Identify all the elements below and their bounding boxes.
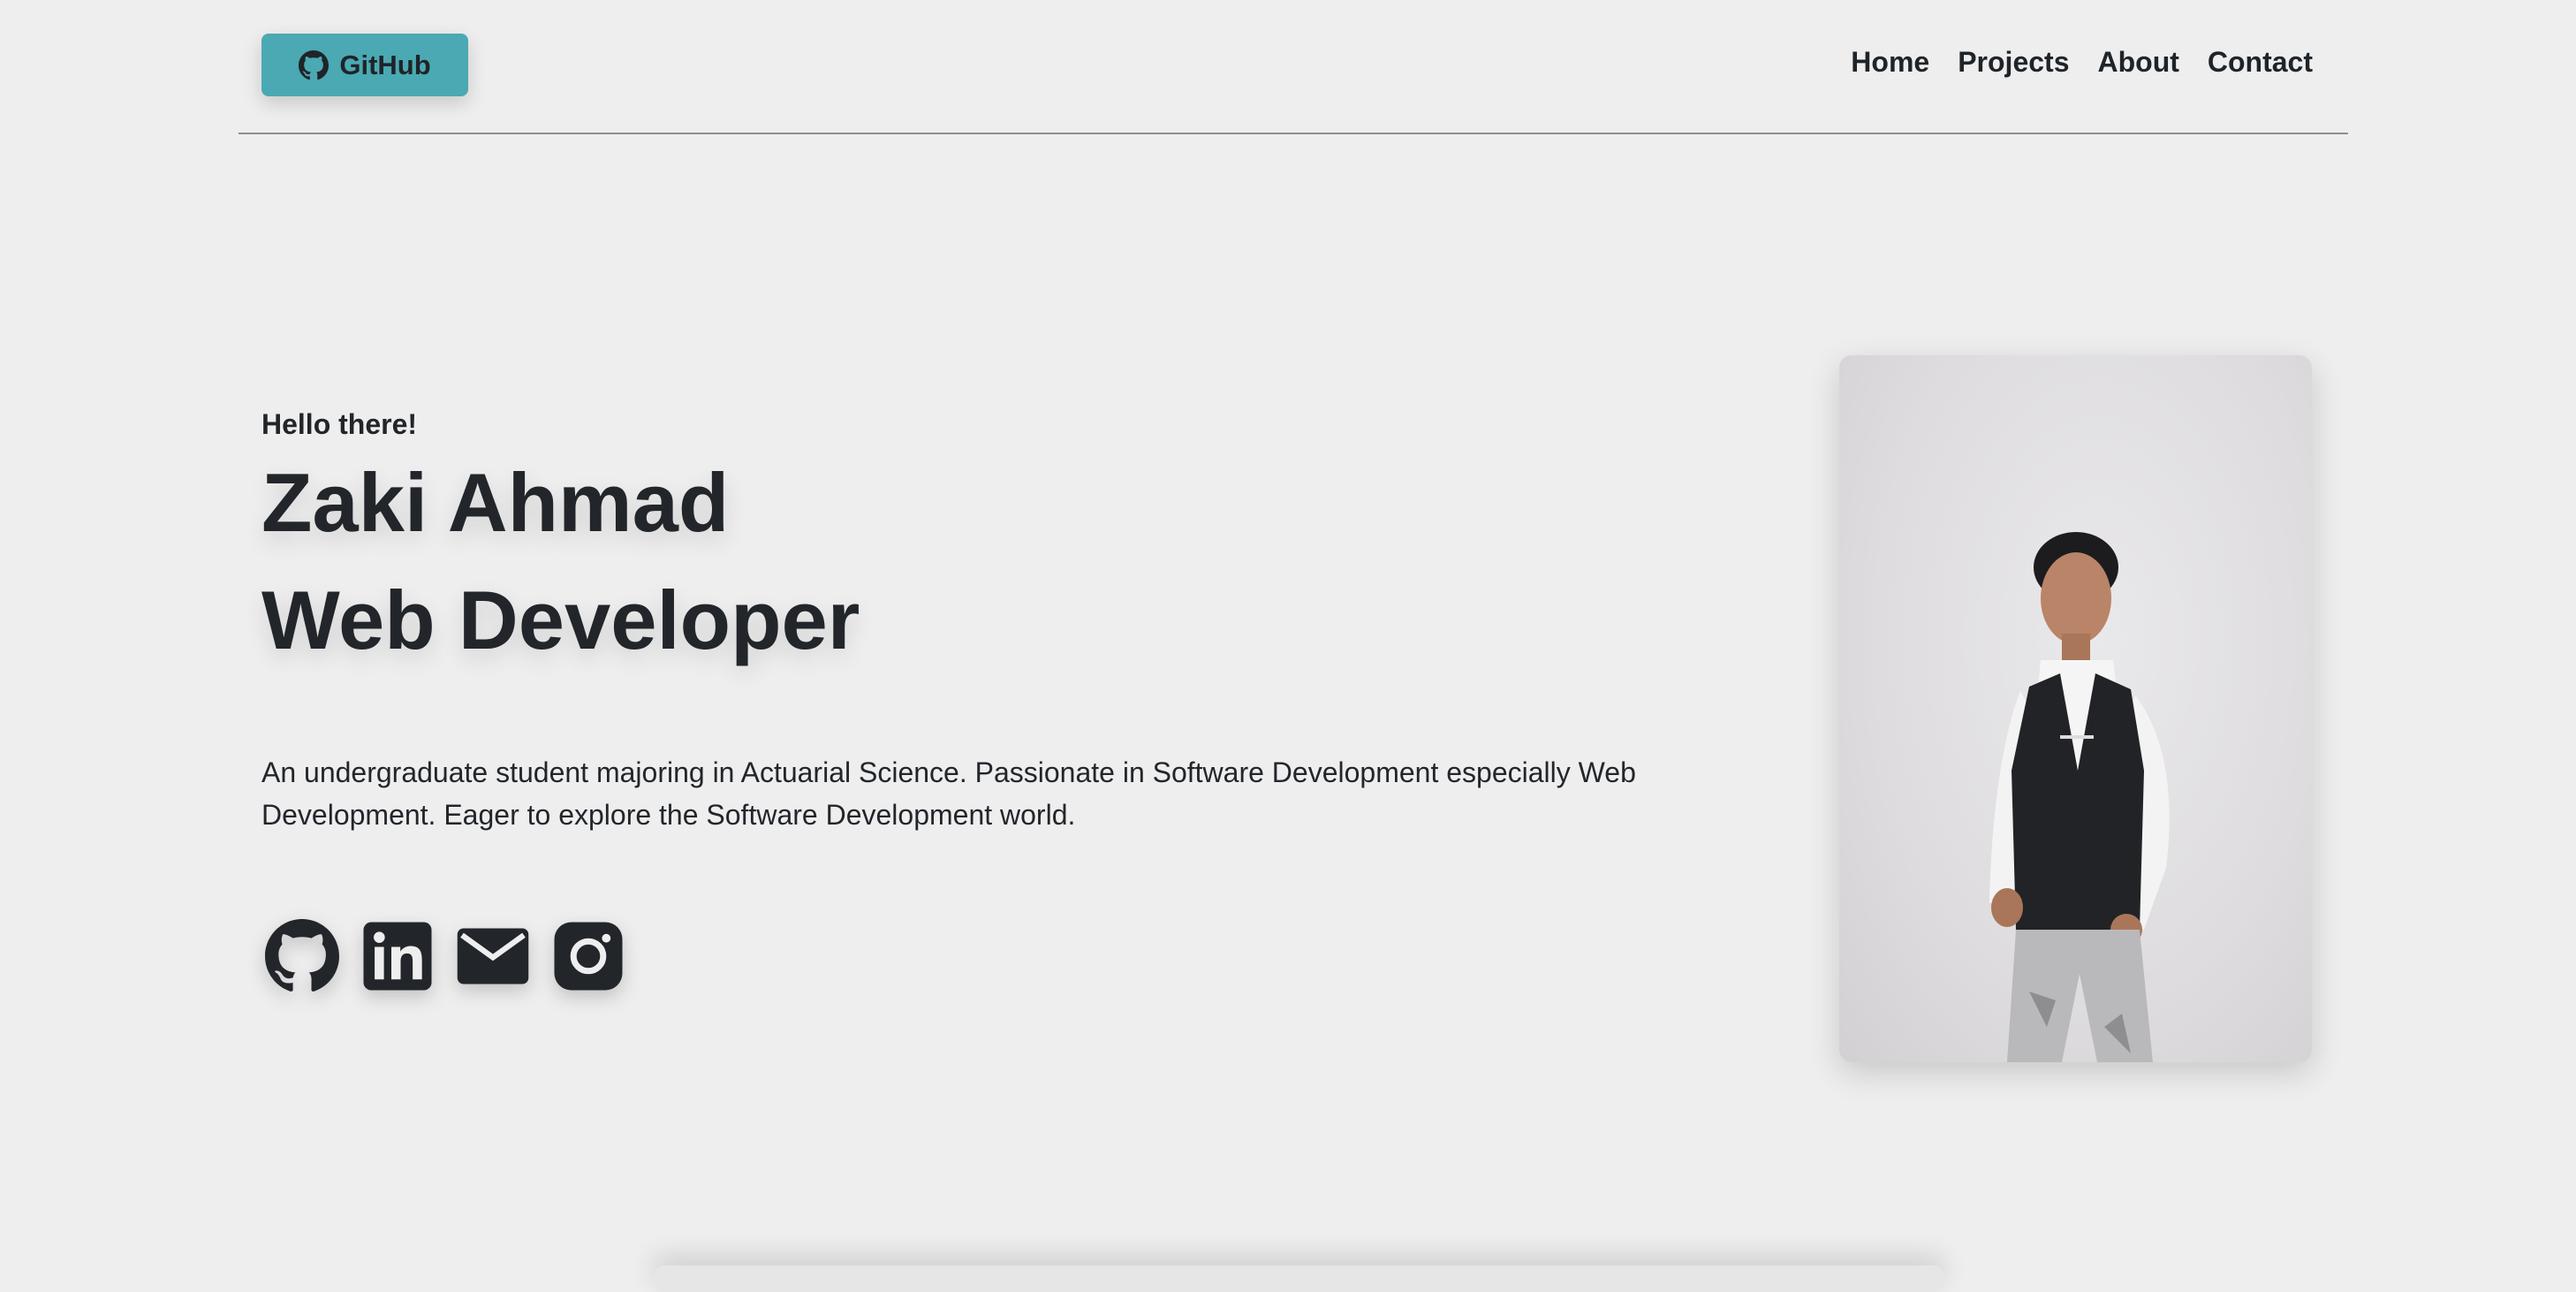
github-link[interactable]	[265, 919, 339, 993]
nav-about[interactable]: About	[2097, 46, 2178, 79]
nav-contact[interactable]: Contact	[2208, 46, 2313, 79]
mail-icon	[457, 928, 529, 984]
instagram-link[interactable]	[551, 919, 625, 993]
main-nav: Home Projects About Contact	[1851, 46, 2313, 79]
nav-projects[interactable]: Projects	[1958, 46, 2069, 79]
social-links	[265, 919, 625, 993]
instagram-icon	[554, 922, 623, 991]
person-illustration	[1989, 532, 2170, 1062]
hero-role: Web Developer	[261, 574, 860, 666]
hero-description: An undergraduate student majoring in Act…	[261, 756, 1636, 831]
profile-photo	[1839, 355, 2312, 1062]
github-button[interactable]: GitHub	[261, 34, 468, 96]
github-icon	[299, 49, 330, 80]
hero-name: Zaki Ahmad	[261, 456, 730, 549]
github-button-label: GitHub	[339, 49, 431, 80]
site-header: GitHub Home Projects About Contact	[239, 0, 2348, 134]
nav-home[interactable]: Home	[1851, 46, 1929, 79]
github-icon	[265, 919, 339, 992]
mail-link[interactable]	[456, 919, 530, 993]
linkedin-icon	[363, 922, 432, 991]
hero-greeting: Hello there!	[261, 408, 418, 440]
next-section-edge	[654, 1265, 1943, 1292]
linkedin-link[interactable]	[360, 919, 435, 993]
